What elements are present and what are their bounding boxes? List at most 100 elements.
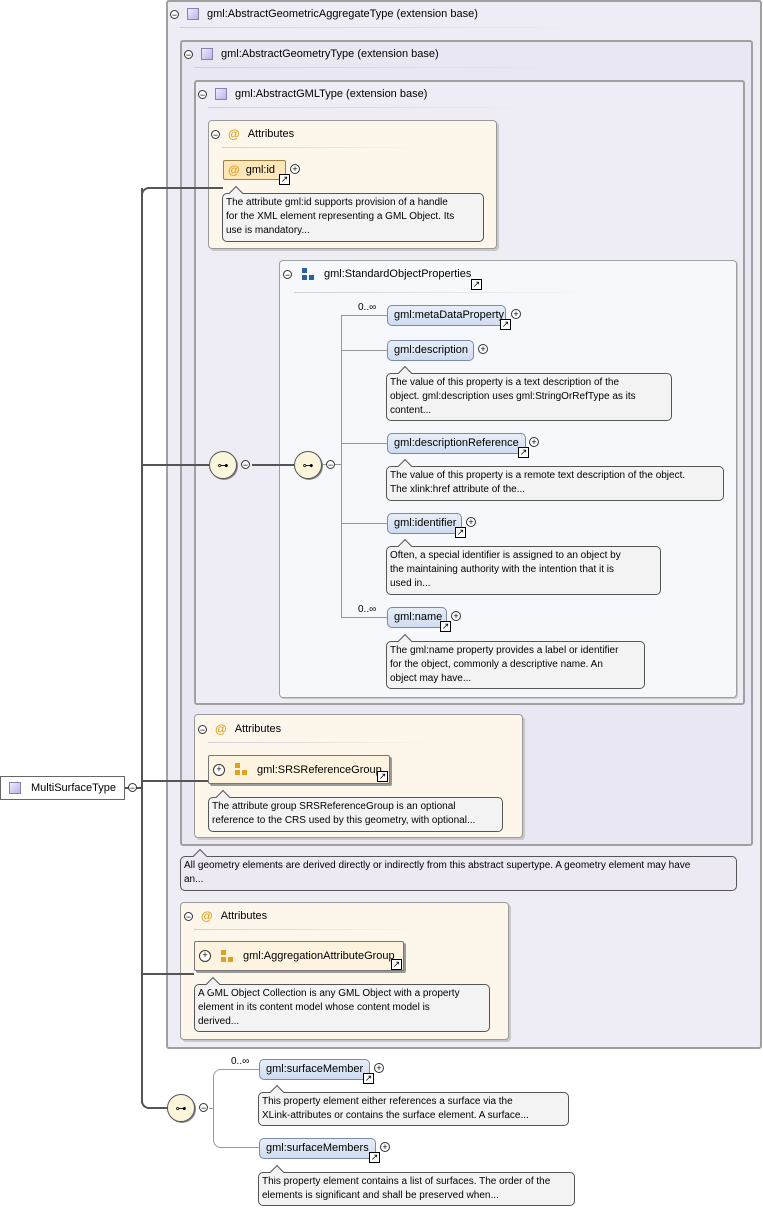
note-line: the maintaining authority with the inten… bbox=[390, 564, 615, 575]
element-metadataproperty[interactable]: gml:metaDataProperty bbox=[387, 305, 506, 326]
note-line: use is mandatory... bbox=[226, 225, 310, 236]
note-line: The xlink:href attribute of the... bbox=[390, 484, 526, 495]
collapse-icon[interactable]: − bbox=[211, 129, 220, 139]
link-icon[interactable]: ↗ bbox=[518, 447, 529, 458]
geometry-type-header[interactable]: − gml:AbstractGeometryType (extension ba… bbox=[184, 48, 439, 60]
link-icon[interactable]: ↗ bbox=[377, 771, 388, 782]
expand-icon[interactable]: + bbox=[199, 950, 211, 962]
collapse-icon[interactable]: − bbox=[198, 89, 207, 99]
element-description[interactable]: gml:description bbox=[387, 340, 474, 361]
separator bbox=[180, 27, 600, 28]
note-line: This property element either references … bbox=[262, 1096, 513, 1107]
element-name[interactable]: gml:name bbox=[387, 607, 447, 628]
note-line: element in its content model whose conte… bbox=[198, 1002, 430, 1013]
separator bbox=[194, 67, 574, 68]
complex-type-icon bbox=[187, 8, 199, 20]
expand-icon[interactable]: + bbox=[213, 763, 225, 776]
element-descriptionreference[interactable]: gml:descriptionReference bbox=[387, 433, 526, 454]
aggregate-type-header[interactable]: − gml:AbstractGeometricAggregateType (ex… bbox=[170, 8, 478, 20]
attribute-icon: @ bbox=[228, 163, 240, 177]
link-icon[interactable]: ↗ bbox=[440, 621, 451, 632]
link-icon[interactable]: ↗ bbox=[471, 279, 482, 290]
collapse-icon[interactable]: − bbox=[283, 269, 292, 279]
note-line: This property element contains a list of… bbox=[262, 1176, 551, 1187]
link-icon[interactable]: ↗ bbox=[279, 174, 290, 185]
description-note: The value of this property is a text des… bbox=[386, 373, 672, 421]
separator bbox=[208, 107, 538, 108]
sequence-compositor-icon[interactable]: ⊶ bbox=[294, 451, 322, 479]
identifier-note: Often, a special identifier is assigned … bbox=[386, 546, 661, 595]
collapse-icon[interactable]: − bbox=[170, 9, 179, 19]
expand-icon[interactable]: + bbox=[451, 611, 461, 621]
root-element-label: MultiSurfaceType bbox=[31, 782, 116, 794]
collapse-icon[interactable]: − bbox=[184, 49, 193, 59]
attributes-header[interactable]: − @ Attributes bbox=[211, 127, 294, 141]
connector bbox=[341, 523, 387, 524]
element-surfacemembers[interactable]: gml:surfaceMembers bbox=[259, 1138, 376, 1159]
aggregation-note: A GML Object Collection is any GML Objec… bbox=[194, 984, 490, 1032]
description-reference-note: The value of this property is a remote t… bbox=[386, 466, 724, 501]
aggregate-type-label: gml:AbstractGeometricAggregateType (exte… bbox=[207, 8, 478, 20]
collapse-icon[interactable]: − bbox=[241, 460, 250, 470]
note-line: object may have... bbox=[390, 673, 472, 684]
attributes-header[interactable]: − @ Attributes bbox=[198, 722, 281, 736]
expand-icon[interactable]: + bbox=[511, 309, 521, 319]
complex-type-icon bbox=[201, 48, 213, 60]
attribute-group-icon bbox=[221, 949, 235, 963]
link-icon[interactable]: ↗ bbox=[391, 959, 402, 970]
note-line: an... bbox=[184, 874, 204, 885]
link-icon[interactable]: ↗ bbox=[500, 319, 511, 330]
separator bbox=[208, 742, 438, 743]
collapse-icon[interactable]: − bbox=[198, 724, 207, 734]
complex-type-icon bbox=[215, 88, 227, 100]
attributes-header[interactable]: − @ Attributes bbox=[184, 909, 267, 923]
sequence-compositor-icon[interactable]: ⊶ bbox=[209, 451, 237, 479]
connector bbox=[141, 973, 194, 975]
expand-icon[interactable]: + bbox=[478, 344, 488, 354]
note-line: All geometry elements are derived direct… bbox=[184, 860, 691, 871]
geometry-type-label: gml:AbstractGeometryType (extension base… bbox=[221, 48, 439, 60]
link-icon[interactable]: ↗ bbox=[455, 527, 466, 538]
sequence-compositor-icon[interactable]: ⊶ bbox=[167, 1094, 195, 1122]
note-line: content... bbox=[390, 405, 432, 416]
element-identifier[interactable]: gml:identifier bbox=[387, 513, 462, 534]
collapse-icon[interactable]: − bbox=[128, 783, 137, 793]
note-line: used in... bbox=[390, 578, 431, 589]
connector bbox=[141, 780, 208, 782]
srs-reference-group[interactable]: + gml:SRSReferenceGroup bbox=[208, 755, 390, 784]
collapse-icon[interactable]: − bbox=[184, 911, 193, 921]
attribute-icon: @ bbox=[201, 909, 213, 923]
attributes-title: Attributes bbox=[247, 128, 295, 140]
attributes-title: Attributes bbox=[234, 723, 282, 735]
link-icon[interactable]: ↗ bbox=[363, 1073, 374, 1084]
expand-icon[interactable]: + bbox=[529, 437, 539, 447]
gml-id-note: The attribute gml:id supports provision … bbox=[222, 193, 484, 242]
expand-icon[interactable]: + bbox=[380, 1142, 390, 1152]
note-line: A GML Object Collection is any GML Objec… bbox=[198, 988, 460, 999]
collapse-icon[interactable]: − bbox=[326, 460, 335, 470]
standard-object-properties-header[interactable]: − gml:StandardObjectProperties bbox=[283, 268, 471, 280]
gml-type-header[interactable]: − gml:AbstractGMLType (extension base) bbox=[198, 88, 427, 100]
collapse-icon[interactable]: − bbox=[199, 1103, 208, 1113]
cardinality-label: 0..∞ bbox=[358, 302, 377, 313]
expand-icon[interactable]: + bbox=[374, 1063, 384, 1073]
root-element[interactable]: MultiSurfaceType bbox=[0, 776, 125, 800]
note-line: The value of this property is a text des… bbox=[390, 377, 620, 388]
note-line: Often, a special identifier is assigned … bbox=[390, 550, 621, 561]
geometry-note: All geometry elements are derived direct… bbox=[180, 856, 737, 891]
separator bbox=[194, 929, 424, 930]
separator bbox=[222, 147, 422, 148]
gml-id-label: gml:id bbox=[245, 164, 276, 176]
expand-icon[interactable]: + bbox=[290, 164, 300, 174]
connector bbox=[341, 443, 387, 444]
element-surfacemember[interactable]: gml:surfaceMember bbox=[259, 1059, 370, 1080]
gml-id-attribute[interactable]: @ gml:id bbox=[223, 160, 286, 180]
note-line: The value of this property is a remote t… bbox=[390, 470, 686, 481]
aggregation-attribute-group-label: gml:AggregationAttributeGroup bbox=[243, 950, 395, 962]
aggregation-attribute-group[interactable]: + gml:AggregationAttributeGroup bbox=[194, 941, 404, 971]
note-line: object. gml:description uses gml:StringO… bbox=[390, 391, 636, 402]
expand-icon[interactable]: + bbox=[466, 517, 476, 527]
surface-members-note: This property element contains a list of… bbox=[258, 1172, 575, 1206]
connector bbox=[141, 187, 223, 195]
link-icon[interactable]: ↗ bbox=[369, 1152, 380, 1163]
